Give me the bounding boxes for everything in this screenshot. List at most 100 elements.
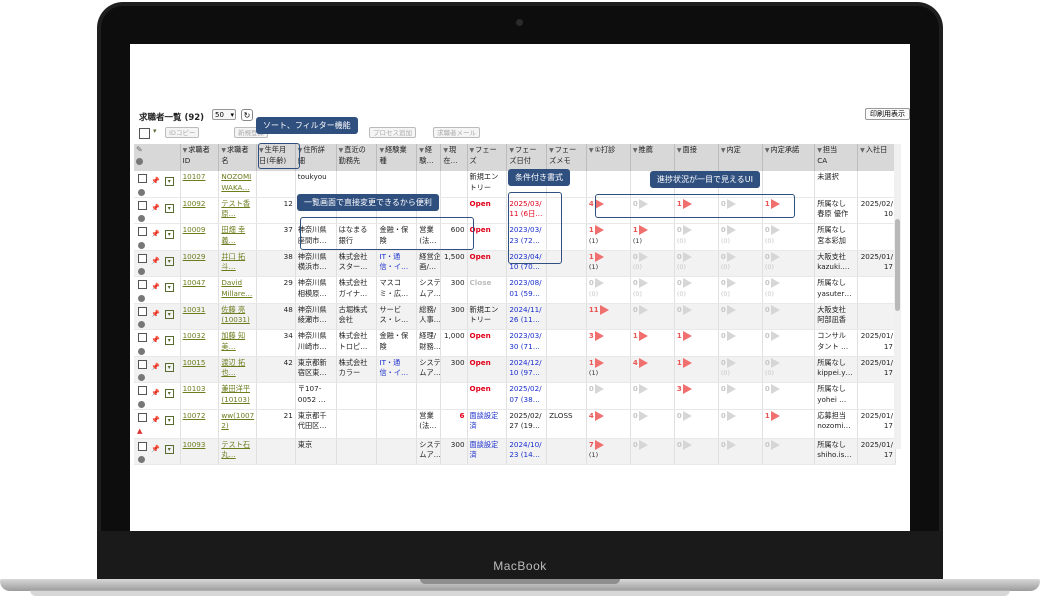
address[interactable]: 〒107- 0052 … (295, 382, 337, 410)
address[interactable]: 神奈川県 横浜市… (295, 250, 337, 277)
row-checkbox[interactable] (138, 280, 147, 289)
start-date[interactable]: 2025/01/17 (857, 438, 896, 465)
copy-id-button[interactable]: IDコピー (165, 127, 200, 138)
row-menu-icon[interactable]: ▾ (164, 444, 174, 454)
column-header-13[interactable]: ▼面接 (674, 144, 719, 171)
pin-icon[interactable]: 📌 (151, 203, 160, 214)
industry[interactable]: 金融・保険 (376, 329, 418, 357)
phase[interactable]: Open (467, 250, 508, 277)
candidate-name[interactable]: 田畑 幸義… (218, 223, 258, 251)
column-header-1[interactable]: ▼求職者名 (218, 144, 258, 171)
start-date[interactable] (857, 382, 896, 410)
recent-employer[interactable] (336, 382, 378, 410)
row-menu-icon[interactable]: ▾ (164, 362, 174, 372)
industry[interactable]: マスコ ミ・広… (376, 276, 418, 304)
candidate-id[interactable]: 10032 (180, 329, 220, 357)
column-header-16[interactable]: ▼担当 CA (814, 144, 859, 171)
progress-acceptance[interactable]: 1 (762, 409, 816, 439)
phase-memo[interactable] (546, 303, 587, 330)
progress-interview[interactable]: 1 (674, 356, 719, 383)
current-salary[interactable]: 300 (440, 276, 468, 304)
candidate-id[interactable]: 10015 (180, 356, 220, 383)
assigned-ca[interactable]: 未選択 (814, 171, 859, 198)
progress-recommend[interactable]: 0 (0) (630, 276, 675, 304)
assigned-ca[interactable]: 所属なし kippei.y… (814, 356, 859, 383)
progress-proposal[interactable]: 4 (586, 409, 631, 439)
progress-interview[interactable]: 0 (0) (674, 250, 719, 277)
candidate-name[interactable]: NOZOMI WAKA… (218, 171, 258, 198)
phase-date[interactable]: 2024/12/10 (97… (506, 356, 548, 383)
candidate-name[interactable]: 佐藤 亮 (10031) (218, 303, 258, 330)
progress-acceptance[interactable]: 0 (762, 329, 816, 357)
candidate-id[interactable]: 10093 (180, 438, 220, 465)
current-salary[interactable]: 300 (440, 438, 468, 465)
progress-acceptance[interactable]: 0 (762, 438, 816, 465)
candidate-name[interactable]: 井口 拓斗… (218, 250, 258, 277)
expand-icon[interactable] (138, 347, 145, 355)
row-menu-icon[interactable]: ▾ (164, 177, 174, 186)
column-header-17[interactable]: ▼入社日 (857, 144, 896, 171)
sort-triangle-icon[interactable]: ▼ (589, 147, 594, 154)
sort-triangle-icon[interactable]: ▼ (419, 147, 424, 154)
expand-icon[interactable] (138, 321, 145, 328)
candidate-age[interactable]: 38 (256, 250, 296, 277)
current-salary[interactable]: 300 (440, 356, 468, 383)
phase-memo[interactable] (546, 356, 587, 383)
add-process-button[interactable]: プロセス追加 (369, 127, 416, 138)
column-header-15[interactable]: ▼内定承諾 (762, 144, 816, 171)
sort-triangle-icon[interactable]: ▼ (379, 147, 384, 154)
column-header-4[interactable]: ▼直近の 勤務先 (336, 144, 378, 171)
row-checkbox[interactable] (138, 253, 147, 263)
expand-icon[interactable] (138, 268, 145, 275)
phase-memo[interactable]: ZLOSS (546, 409, 587, 439)
progress-acceptance[interactable]: 0 (762, 303, 816, 330)
expand-icon[interactable] (138, 241, 145, 249)
expand-icon[interactable] (138, 294, 145, 302)
pin-icon[interactable]: 📌 (151, 335, 160, 346)
assigned-ca[interactable]: 所属なし yohei … (814, 382, 859, 410)
chevron-down-icon[interactable]: ▾ (153, 127, 157, 135)
phase-date[interactable]: 2024/10/23 (14… (506, 438, 548, 465)
industry[interactable]: IT・通 信・イ… (376, 250, 418, 277)
progress-offer[interactable]: 0 (718, 303, 763, 330)
candidate-age[interactable]: 48 (256, 303, 296, 330)
phase[interactable]: Open (467, 356, 508, 383)
phase[interactable]: Close (467, 276, 508, 304)
industry[interactable]: IT・通 信・イ… (376, 356, 418, 383)
start-date[interactable]: 2025/01/17 (857, 356, 896, 383)
progress-proposal[interactable]: 1 (1) (586, 356, 631, 383)
progress-offer[interactable]: 0 (718, 382, 763, 410)
candidate-id[interactable]: 10107 (180, 171, 220, 198)
pin-icon[interactable]: 📌 (151, 256, 160, 267)
row-menu-icon[interactable]: ▾ (164, 389, 174, 398)
candidate-age[interactable] (256, 171, 296, 198)
pin-icon[interactable]: 📌 (151, 362, 160, 373)
row-menu-icon[interactable]: ▾ (164, 230, 174, 239)
candidate-age[interactable] (256, 438, 296, 465)
expand-icon[interactable] (138, 374, 145, 381)
phase[interactable]: 新規エン トリー (467, 171, 508, 198)
sort-triangle-icon[interactable]: ▼ (549, 147, 554, 154)
row-checkbox[interactable] (138, 359, 147, 369)
current-salary[interactable]: 1,500 (440, 250, 468, 277)
sort-triangle-icon[interactable]: ▼ (183, 147, 188, 154)
phase-memo[interactable] (546, 276, 587, 304)
pin-icon[interactable]: 📌 (151, 444, 160, 455)
row-checkbox[interactable] (138, 306, 147, 316)
candidate-id[interactable]: 10047 (180, 276, 220, 304)
table-row[interactable]: 📌 ▾ 10031 佐藤 亮 (10031) 48 神奈川県 綾瀬市… 古堀株式 会社 サービ ス・レ… (134, 303, 896, 330)
row-menu-icon[interactable]: ▾ (164, 256, 174, 266)
progress-offer[interactable]: 0 (718, 329, 763, 357)
table-row[interactable]: 📌 ▾ 10103 兼田洋平 (10103) 〒107- 0052 … Open 2025/02… (134, 382, 896, 410)
progress-interview[interactable]: 0 (0) (674, 276, 719, 304)
column-header-10[interactable]: ▼フェー ズメモ (546, 144, 587, 171)
recent-employer[interactable]: 株式会社 スター… (336, 250, 378, 277)
print-view-button[interactable]: 印刷用表示 (865, 108, 910, 120)
candidate-age[interactable]: 34 (256, 329, 296, 357)
row-menu-icon[interactable]: ▾ (164, 283, 174, 292)
expand-icon[interactable] (138, 188, 145, 196)
progress-recommend[interactable]: 4 (630, 356, 675, 383)
phase-memo[interactable] (546, 438, 587, 465)
industry[interactable] (376, 409, 418, 439)
start-date[interactable] (857, 223, 896, 251)
